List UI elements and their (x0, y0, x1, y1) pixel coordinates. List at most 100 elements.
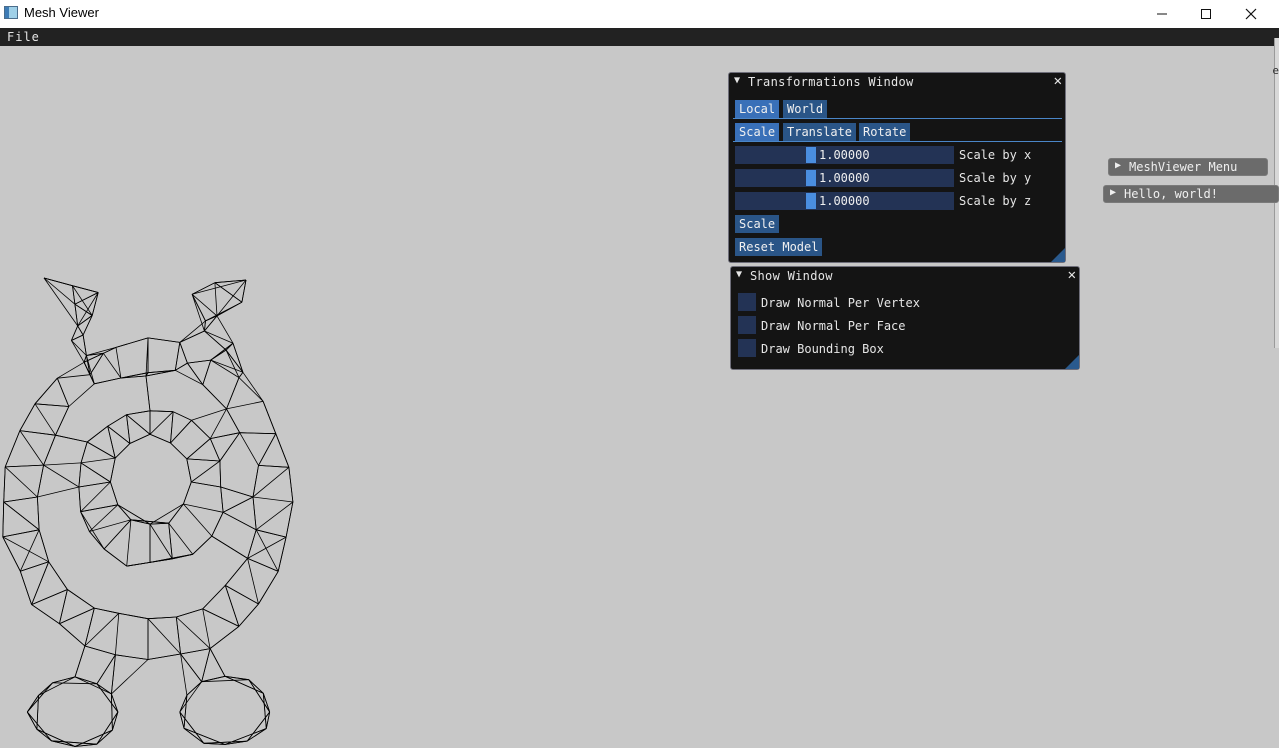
mesh-edge (225, 342, 234, 351)
mesh-edge (147, 618, 181, 655)
mesh-edge (209, 626, 240, 649)
checkbox-label: Draw Bounding Box (761, 342, 884, 356)
transformations-window: ▼ Transformations Window ✕ Local World S… (728, 72, 1066, 263)
close-icon[interactable]: ✕ (1068, 267, 1076, 283)
mesh-edge (239, 432, 276, 435)
mesh-edge (2, 536, 49, 563)
mesh-edge (34, 377, 58, 405)
mesh-edge (242, 372, 264, 402)
mesh-edge (107, 414, 127, 427)
mesh-edge (202, 585, 226, 610)
meshviewer-menu-window[interactable]: ▶ MeshViewer Menu (1108, 158, 1268, 176)
resize-grip[interactable] (1065, 355, 1079, 369)
mesh-edge (226, 408, 241, 433)
mesh-edge (117, 504, 151, 525)
slider-grab[interactable] (806, 193, 816, 209)
mesh-edge (78, 462, 82, 488)
transformations-window-header[interactable]: ▼ Transformations Window ✕ (729, 73, 1065, 91)
scale-x-slider[interactable]: 1.00000 (735, 146, 954, 164)
minimize-button[interactable] (1139, 0, 1185, 28)
scale-button[interactable]: Scale (735, 215, 780, 233)
checkbox-normal-per-face[interactable] (738, 316, 756, 334)
scale-z-slider[interactable]: 1.00000 (735, 192, 954, 210)
mesh-edge (36, 728, 76, 747)
hello-world-window[interactable]: ▶ Hello, world! (1103, 185, 1279, 203)
checkbox-bounding-box[interactable] (738, 339, 756, 357)
mesh-edge (147, 653, 181, 660)
mesh-edge (149, 433, 171, 444)
mesh-edge (211, 512, 224, 537)
tab-local[interactable]: Local (735, 100, 780, 118)
transformations-window-title: Transformations Window (748, 75, 914, 89)
mesh-edge (43, 464, 80, 488)
minimize-icon (1157, 13, 1167, 15)
mesh-edge (145, 375, 151, 411)
reset-model-button[interactable]: Reset Model (735, 238, 823, 256)
expand-triangle-icon[interactable]: ▶ (1115, 160, 1121, 171)
mesh-edge (56, 378, 70, 407)
mesh-edge (80, 441, 88, 464)
mesh-edge (258, 433, 277, 466)
close-window-button[interactable] (1228, 0, 1274, 28)
mesh-edge (226, 400, 264, 410)
collapse-triangle-icon[interactable]: ▼ (734, 75, 740, 86)
mesh-edge (248, 679, 271, 713)
mesh-edge (84, 645, 116, 656)
mesh-edge (175, 362, 188, 371)
tab-bar-separator (733, 141, 1062, 142)
mesh-edge (126, 410, 151, 416)
mesh-edge (110, 481, 119, 505)
tab-translate[interactable]: Translate (783, 123, 857, 141)
mesh-edge (80, 457, 116, 464)
mesh-edge (77, 325, 84, 336)
expand-triangle-icon[interactable]: ▶ (1110, 187, 1116, 198)
mesh-edge (94, 377, 121, 385)
mesh-edge (238, 603, 259, 627)
mesh-edge (126, 519, 132, 567)
mesh-edge (26, 711, 38, 730)
mesh-edge (179, 711, 205, 744)
mesh-edge (67, 589, 95, 609)
mesh-edge (202, 608, 240, 627)
mesh-edge (96, 683, 119, 713)
close-icon[interactable]: ✕ (1054, 73, 1062, 89)
tab-world[interactable]: World (783, 100, 828, 118)
mesh-edge (103, 353, 122, 379)
mesh-edge (84, 613, 120, 647)
mesh-edge (2, 529, 40, 538)
slider-grab[interactable] (806, 170, 816, 186)
maximize-button[interactable] (1183, 0, 1229, 28)
tab-bar-separator (733, 118, 1062, 119)
menu-bar: File (0, 28, 1279, 46)
tab-rotate[interactable]: Rotate (859, 123, 911, 141)
slider-grab[interactable] (806, 147, 816, 163)
mesh-edge (5, 464, 44, 468)
checkbox-normal-per-vertex[interactable] (738, 293, 756, 311)
mesh-edge (191, 294, 206, 322)
mesh-edge (204, 330, 234, 344)
mesh-edge (114, 443, 131, 459)
mesh-edge (210, 349, 227, 361)
mesh-edge (187, 362, 204, 385)
mesh-edge (238, 377, 264, 402)
mesh-edge (220, 486, 224, 513)
mesh-edge (111, 659, 149, 695)
menu-file[interactable]: File (7, 30, 40, 44)
mesh-edge (37, 486, 79, 498)
tab-scale[interactable]: Scale (735, 123, 780, 141)
mesh-edge (55, 434, 88, 443)
resize-grip[interactable] (1051, 248, 1065, 262)
collapse-triangle-icon[interactable]: ▼ (736, 269, 742, 280)
scale-y-slider[interactable]: 1.00000 (735, 169, 954, 187)
mesh-edge (170, 442, 188, 460)
mesh-edge (219, 460, 222, 488)
mesh-edge (180, 653, 188, 696)
mesh-edge (2, 501, 5, 537)
mesh-edge (110, 458, 116, 483)
slider-value: 1.00000 (819, 194, 870, 208)
mesh-edge (111, 693, 119, 713)
show-window-header[interactable]: ▼ Show Window ✕ (731, 267, 1079, 285)
wireframe-mesh[interactable] (0, 272, 300, 748)
mesh-edge (87, 441, 116, 459)
mesh-edge (202, 359, 212, 385)
